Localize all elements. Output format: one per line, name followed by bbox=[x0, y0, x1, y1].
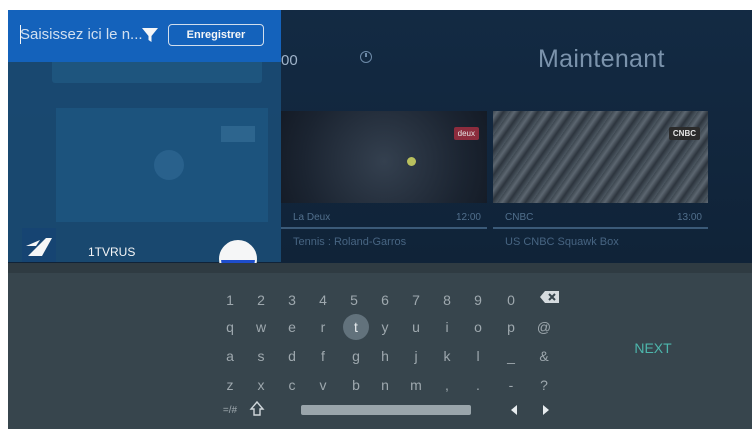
key-j[interactable]: j bbox=[403, 343, 429, 369]
program-channel: CNBC bbox=[505, 212, 534, 223]
key-n[interactable]: n bbox=[372, 372, 398, 398]
key-t[interactable]: t bbox=[343, 314, 369, 340]
first-channel-logo bbox=[22, 228, 56, 262]
shift-icon[interactable] bbox=[248, 400, 266, 418]
text-cursor bbox=[20, 25, 21, 44]
program-meta: CNBC 13:00 bbox=[493, 205, 708, 229]
arrow-left-icon[interactable] bbox=[504, 400, 524, 420]
key-k[interactable]: k bbox=[434, 343, 460, 369]
key-w[interactable]: w bbox=[248, 314, 274, 340]
search-panel: Enregistrer 1TVRUS bbox=[8, 10, 281, 278]
key-i[interactable]: i bbox=[434, 314, 460, 340]
channel-name: 1TVRUS bbox=[88, 245, 136, 259]
key-0[interactable]: 0 bbox=[498, 287, 524, 313]
key-2[interactable]: 2 bbox=[248, 287, 274, 313]
key-v[interactable]: v bbox=[310, 372, 336, 398]
program-thumbnail[interactable]: deux bbox=[281, 111, 487, 203]
program-time: 12:00 bbox=[455, 212, 481, 223]
filter-icon[interactable] bbox=[141, 26, 159, 44]
key-g[interactable]: g bbox=[343, 343, 369, 369]
key-f[interactable]: f bbox=[310, 343, 336, 369]
key-question[interactable]: ? bbox=[531, 372, 557, 398]
ghost-card bbox=[56, 108, 268, 222]
channel-logo: CNBC bbox=[668, 127, 700, 140]
key-hyphen[interactable]: - bbox=[498, 372, 524, 398]
channel-logo: deux bbox=[453, 127, 479, 140]
time-label: 00 bbox=[281, 52, 298, 69]
key-d[interactable]: d bbox=[279, 343, 305, 369]
key-o[interactable]: o bbox=[465, 314, 491, 340]
key-6[interactable]: 6 bbox=[372, 287, 398, 313]
arrow-right-icon[interactable] bbox=[536, 400, 556, 420]
keyboard-top-strip bbox=[8, 263, 752, 273]
key-l[interactable]: l bbox=[465, 343, 491, 369]
tv-app: 00 Maintenant deux CNBC La Deux 12:00 CN… bbox=[8, 10, 752, 429]
key-3[interactable]: 3 bbox=[279, 287, 305, 313]
key-comma[interactable]: , bbox=[434, 372, 460, 398]
key-q[interactable]: q bbox=[217, 314, 243, 340]
program-title: US CNBC Squawk Box bbox=[505, 236, 619, 248]
key-x[interactable]: x bbox=[248, 372, 274, 398]
key-r[interactable]: r bbox=[310, 314, 336, 340]
next-button[interactable]: NEXT bbox=[628, 337, 678, 359]
key-h[interactable]: h bbox=[372, 343, 398, 369]
key-1[interactable]: 1 bbox=[217, 287, 243, 313]
key-4[interactable]: 4 bbox=[310, 287, 336, 313]
key-y[interactable]: y bbox=[372, 314, 398, 340]
key-u[interactable]: u bbox=[403, 314, 429, 340]
on-screen-keyboard: 1 2 3 4 5 6 7 8 9 0 q w e r t y u i o p … bbox=[8, 263, 752, 429]
backspace-icon[interactable] bbox=[538, 289, 562, 305]
program-channel: La Deux bbox=[293, 212, 331, 223]
key-m[interactable]: m bbox=[403, 372, 429, 398]
search-input[interactable] bbox=[14, 22, 142, 46]
key-e[interactable]: e bbox=[279, 314, 305, 340]
key-s[interactable]: s bbox=[248, 343, 274, 369]
key-c[interactable]: c bbox=[279, 372, 305, 398]
key-z[interactable]: z bbox=[217, 372, 243, 398]
channel-row[interactable]: 1TVRUS bbox=[8, 220, 281, 278]
clock-icon bbox=[360, 51, 372, 63]
key-7[interactable]: 7 bbox=[403, 287, 429, 313]
key-a[interactable]: a bbox=[217, 343, 243, 369]
key-period[interactable]: . bbox=[465, 372, 491, 398]
screen: 00 Maintenant deux CNBC La Deux 12:00 CN… bbox=[0, 0, 752, 429]
space-bar[interactable] bbox=[301, 405, 471, 415]
key-5[interactable]: 5 bbox=[341, 287, 367, 313]
search-header: Enregistrer bbox=[8, 10, 281, 62]
tennis-ball bbox=[407, 157, 416, 166]
key-8[interactable]: 8 bbox=[434, 287, 460, 313]
save-button[interactable]: Enregistrer bbox=[168, 24, 264, 46]
key-p[interactable]: p bbox=[498, 314, 524, 340]
program-thumbnail[interactable]: CNBC bbox=[493, 111, 708, 203]
key-9[interactable]: 9 bbox=[465, 287, 491, 313]
key-at[interactable]: @ bbox=[531, 314, 557, 340]
key-ampersand[interactable]: & bbox=[531, 343, 557, 369]
symbols-mode-key[interactable]: =/# bbox=[215, 403, 245, 419]
program-title: Tennis : Roland-Garros bbox=[293, 236, 407, 248]
now-title: Maintenant bbox=[538, 45, 665, 73]
program-time: 13:00 bbox=[676, 212, 702, 223]
program-meta: La Deux 12:00 bbox=[281, 205, 487, 229]
key-b[interactable]: b bbox=[343, 372, 369, 398]
key-underscore[interactable]: _ bbox=[498, 343, 524, 369]
